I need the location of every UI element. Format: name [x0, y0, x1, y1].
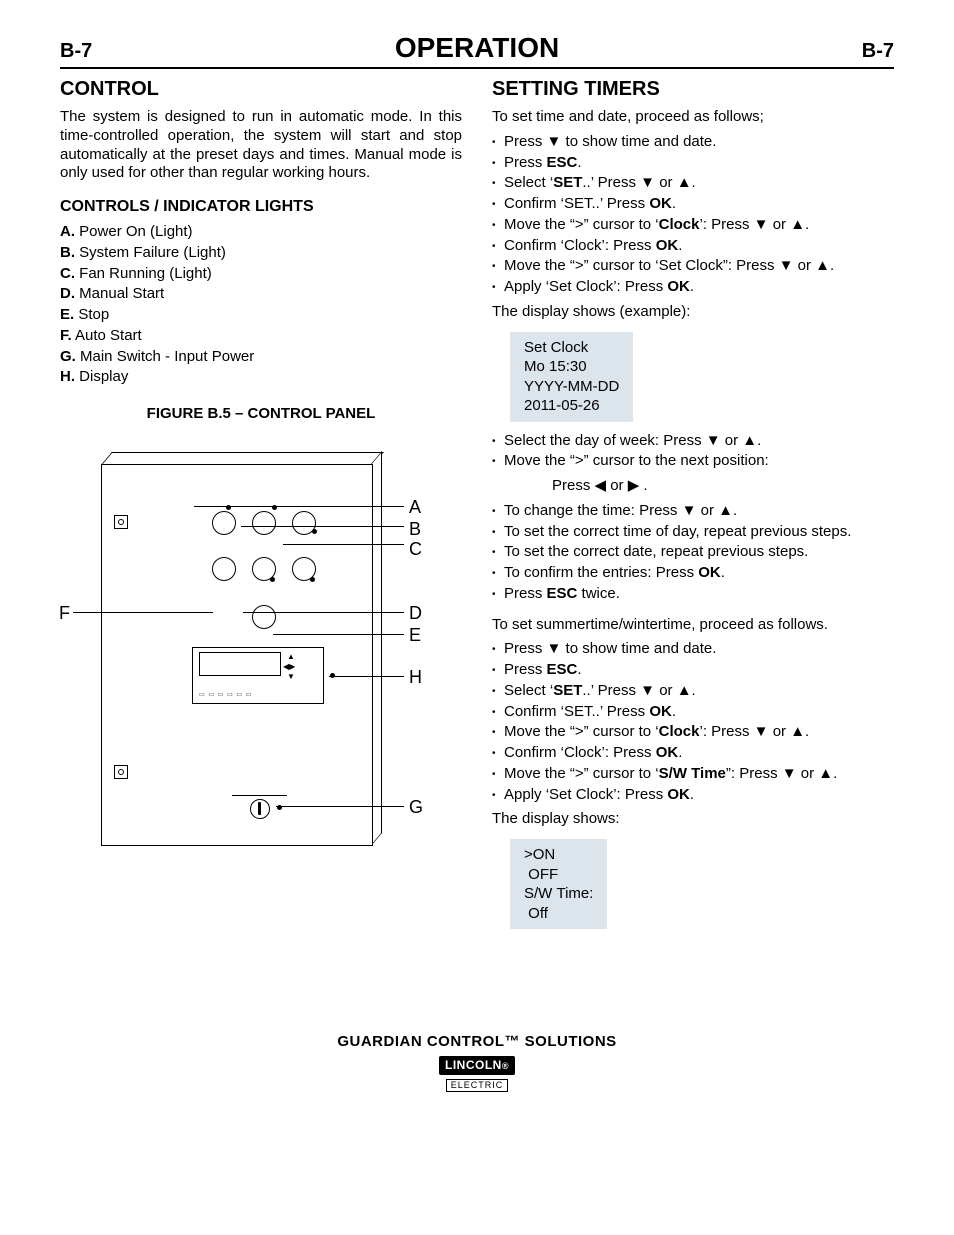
- heading-setting-timers: SETTING TIMERS: [492, 77, 894, 102]
- step-item: Confirm ‘SET..’ Press OK.: [492, 703, 894, 722]
- controls-list-item: B. System Failure (Light): [60, 244, 462, 263]
- step-item: To change the time: Press ▼ or ▲.: [492, 502, 894, 521]
- paragraph-control: The system is designed to run in automat…: [60, 108, 462, 183]
- paragraph-timers-intro: To set time and date, proceed as follows…: [492, 108, 894, 127]
- step-item: Move the “>” cursor to the next position…: [492, 452, 894, 471]
- steps-list-1: Press ▼ to show time and date. Press ESC.…: [492, 133, 894, 297]
- page-footer: GUARDIAN CONTROL™ SOLUTIONS LINCOLN® ELE…: [60, 1033, 894, 1094]
- steps-list-4: Press ▼ to show time and date. Press ESC.…: [492, 640, 894, 804]
- figure-label-c: C: [409, 538, 422, 561]
- controls-list: A. Power On (Light) B. System Failure (Li…: [60, 223, 462, 387]
- figure-label-f: F: [59, 602, 70, 625]
- page-header: B-7 OPERATION B-7: [60, 30, 894, 69]
- step-item: To confirm the entries: Press OK.: [492, 564, 894, 583]
- step-item: Confirm ‘Clock’: Press OK.: [492, 744, 894, 763]
- right-column: SETTING TIMERS To set time and date, pro…: [492, 73, 894, 933]
- lincoln-logo: LINCOLN®: [439, 1056, 515, 1075]
- controls-list-item: A. Power On (Light): [60, 223, 462, 242]
- figure-label-d: D: [409, 602, 422, 625]
- page-number-right: B-7: [559, 39, 894, 64]
- paragraph-display-2: The display shows:: [492, 810, 894, 829]
- heading-controls-lights: CONTROLS / INDICATOR LIGHTS: [60, 197, 462, 217]
- step-item: Move the “>” cursor to ‘Set Clock”: Pres…: [492, 257, 894, 276]
- lincoln-logo-sub: ELECTRIC: [446, 1079, 509, 1092]
- step-item: Press ESC.: [492, 661, 894, 680]
- display-example-2: >ON OFFS/W Time: Off: [510, 839, 607, 929]
- figure-control-panel: ▲ ◀▶ ▼ ▭ ▭ ▭ ▭ ▭ ▭ A: [71, 444, 451, 874]
- controls-list-item: E. Stop: [60, 306, 462, 325]
- step-item: Move the “>” cursor to ‘Clock’: Press ▼ …: [492, 723, 894, 742]
- step-item: Select ‘SET..’ Press ▼ or ▲.: [492, 174, 894, 193]
- step-item: Press ▼ to show time and date.: [492, 133, 894, 152]
- step-item: Move the “>” cursor to ‘Clock’: Press ▼ …: [492, 216, 894, 235]
- step-item: To set the correct date, repeat previous…: [492, 543, 894, 562]
- heading-control: CONTROL: [60, 77, 462, 102]
- step-item: Confirm ‘SET..’ Press OK.: [492, 195, 894, 214]
- controls-list-item: H. Display: [60, 368, 462, 387]
- step-item: Press ESC twice.: [492, 585, 894, 604]
- step-item: Select the day of week: Press ▼ or ▲.: [492, 432, 894, 451]
- step-item: Press ESC.: [492, 154, 894, 173]
- figure-label-e: E: [409, 624, 421, 647]
- paragraph-summer: To set summertime/wintertime, proceed as…: [492, 616, 894, 635]
- left-column: CONTROL The system is designed to run in…: [60, 73, 462, 933]
- controls-list-item: C. Fan Running (Light): [60, 265, 462, 284]
- figure-label-g: G: [409, 796, 423, 819]
- step-item: Press ▼ to show time and date.: [492, 640, 894, 659]
- steps-list-3: To change the time: Press ▼ or ▲. To set …: [492, 502, 894, 604]
- controls-list-item: G. Main Switch - Input Power: [60, 348, 462, 367]
- figure-label-h: H: [409, 666, 422, 689]
- figure-label-a: A: [409, 496, 421, 519]
- controls-list-item: D. Manual Start: [60, 285, 462, 304]
- step-item: Select ‘SET..’ Press ▼ or ▲.: [492, 682, 894, 701]
- paragraph-display-1: The display shows (example):: [492, 303, 894, 322]
- footer-product-line: GUARDIAN CONTROL™ SOLUTIONS: [60, 1033, 894, 1052]
- page-number-left: B-7: [60, 39, 395, 64]
- step-item: Confirm ‘Clock’: Press OK.: [492, 237, 894, 256]
- page-title: OPERATION: [395, 30, 559, 65]
- steps-list-2: Select the day of week: Press ▼ or ▲.Mov…: [492, 432, 894, 472]
- step-item: To set the correct time of day, repeat p…: [492, 523, 894, 542]
- indent-press-line: Press ◀ or ▶ .: [492, 477, 894, 496]
- controls-list-item: F. Auto Start: [60, 327, 462, 346]
- step-item: Apply ‘Set Clock’: Press OK.: [492, 278, 894, 297]
- display-example-1: Set ClockMo 15:30YYYY-MM-DD2011-05-26: [510, 332, 633, 422]
- step-item: Move the “>” cursor to ‘S/W Time”: Press…: [492, 765, 894, 784]
- step-item: Apply ‘Set Clock’: Press OK.: [492, 786, 894, 805]
- figure-caption: FIGURE B.5 – CONTROL PANEL: [60, 405, 462, 424]
